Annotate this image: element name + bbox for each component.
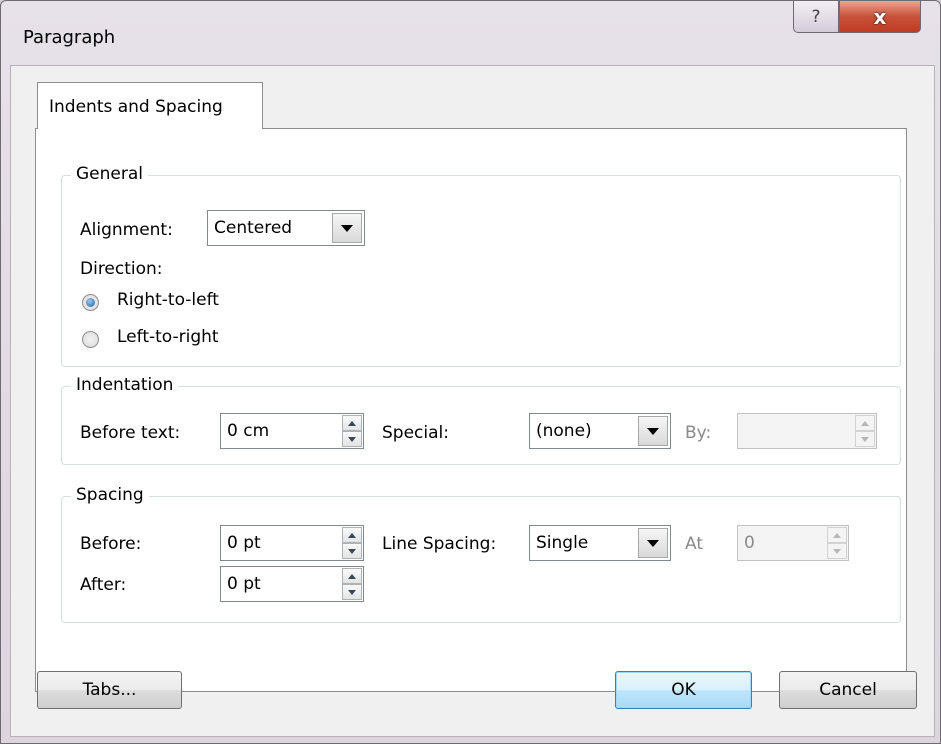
general-group-label: General — [71, 164, 148, 184]
radio-right-to-left[interactable]: Right-to-left — [82, 290, 282, 314]
special-dropdown[interactable]: (none) — [529, 413, 671, 449]
spin-down-icon[interactable] — [855, 431, 875, 447]
before-spinner[interactable]: 0 pt — [220, 525, 364, 561]
general-group: General Alignment: Centered Direction: R… — [61, 164, 901, 367]
before-spin-buttons[interactable] — [342, 527, 362, 559]
spin-up-icon[interactable] — [827, 527, 847, 543]
spin-up-icon[interactable] — [342, 527, 362, 543]
ok-button[interactable]: OK — [615, 671, 752, 709]
chevron-down-icon[interactable] — [332, 213, 362, 243]
spacing-group: Spacing Before: 0 pt Line Spacing: Singl… — [61, 485, 901, 623]
radio-button-unchecked[interactable] — [82, 331, 99, 348]
spin-down-icon[interactable] — [342, 543, 362, 559]
help-button[interactable]: ? — [793, 1, 839, 33]
direction-label: Direction: — [80, 259, 163, 279]
alignment-label: Alignment: — [80, 220, 173, 240]
after-spinner[interactable]: 0 pt — [220, 566, 364, 602]
tab-panel: General Alignment: Centered Direction: R… — [35, 128, 907, 692]
line-spacing-value: Single — [536, 533, 589, 553]
by-label: By: — [685, 423, 712, 443]
before-text-value: 0 cm — [227, 421, 270, 441]
before-text-label: Before text: — [80, 423, 181, 443]
chevron-down-icon[interactable] — [638, 528, 668, 558]
chevron-down-icon[interactable] — [638, 416, 668, 446]
spin-down-icon[interactable] — [342, 431, 362, 447]
after-value: 0 pt — [227, 574, 261, 594]
dialog-title: Paragraph — [23, 27, 116, 48]
before-value: 0 pt — [227, 533, 261, 553]
radio-left-to-right[interactable]: Left-to-right — [82, 327, 282, 351]
radio-left-to-right-label: Left-to-right — [117, 327, 219, 347]
after-label: After: — [80, 575, 127, 595]
radio-button-checked[interactable] — [82, 294, 99, 311]
help-icon: ? — [811, 6, 821, 27]
at-label: At — [685, 534, 703, 554]
spin-up-icon[interactable] — [855, 415, 875, 431]
spin-up-icon[interactable] — [342, 415, 362, 431]
after-spin-buttons[interactable] — [342, 568, 362, 600]
at-spinner[interactable]: 0 — [737, 525, 849, 561]
alignment-dropdown[interactable]: Centered — [207, 210, 365, 246]
tabs-button-label: Tabs... — [82, 680, 137, 700]
special-value: (none) — [536, 421, 592, 441]
spin-down-icon[interactable] — [342, 584, 362, 600]
close-icon: x — [873, 4, 887, 29]
spacing-group-label: Spacing — [71, 485, 149, 505]
at-spin-buttons[interactable] — [827, 527, 847, 559]
dialog-client-area: Indents and Spacing General Alignment: C… — [10, 65, 935, 737]
spin-down-icon[interactable] — [827, 543, 847, 559]
close-button[interactable]: x — [839, 1, 921, 33]
spin-up-icon[interactable] — [342, 568, 362, 584]
tab-label: Indents and Spacing — [49, 97, 223, 117]
special-label: Special: — [382, 423, 449, 443]
at-value: 0 — [744, 533, 755, 553]
by-spin-buttons[interactable] — [855, 415, 875, 447]
cancel-button-label: Cancel — [819, 680, 877, 700]
radio-right-to-left-label: Right-to-left — [117, 290, 219, 310]
tab-indents-and-spacing[interactable]: Indents and Spacing — [37, 82, 263, 129]
before-text-spin-buttons[interactable] — [342, 415, 362, 447]
line-spacing-dropdown[interactable]: Single — [529, 525, 671, 561]
ok-button-label: OK — [671, 680, 696, 700]
alignment-value: Centered — [214, 218, 293, 238]
cancel-button[interactable]: Cancel — [779, 671, 917, 709]
paragraph-dialog: Paragraph ? x Indents and Spacing Genera… — [0, 0, 941, 744]
before-label: Before: — [80, 534, 142, 554]
before-text-spinner[interactable]: 0 cm — [220, 413, 364, 449]
line-spacing-label: Line Spacing: — [382, 534, 497, 554]
by-spinner[interactable] — [737, 413, 877, 449]
indentation-group-label: Indentation — [71, 375, 179, 395]
tabs-button[interactable]: Tabs... — [37, 671, 182, 709]
indentation-group: Indentation Before text: 0 cm Special: (… — [61, 375, 901, 465]
